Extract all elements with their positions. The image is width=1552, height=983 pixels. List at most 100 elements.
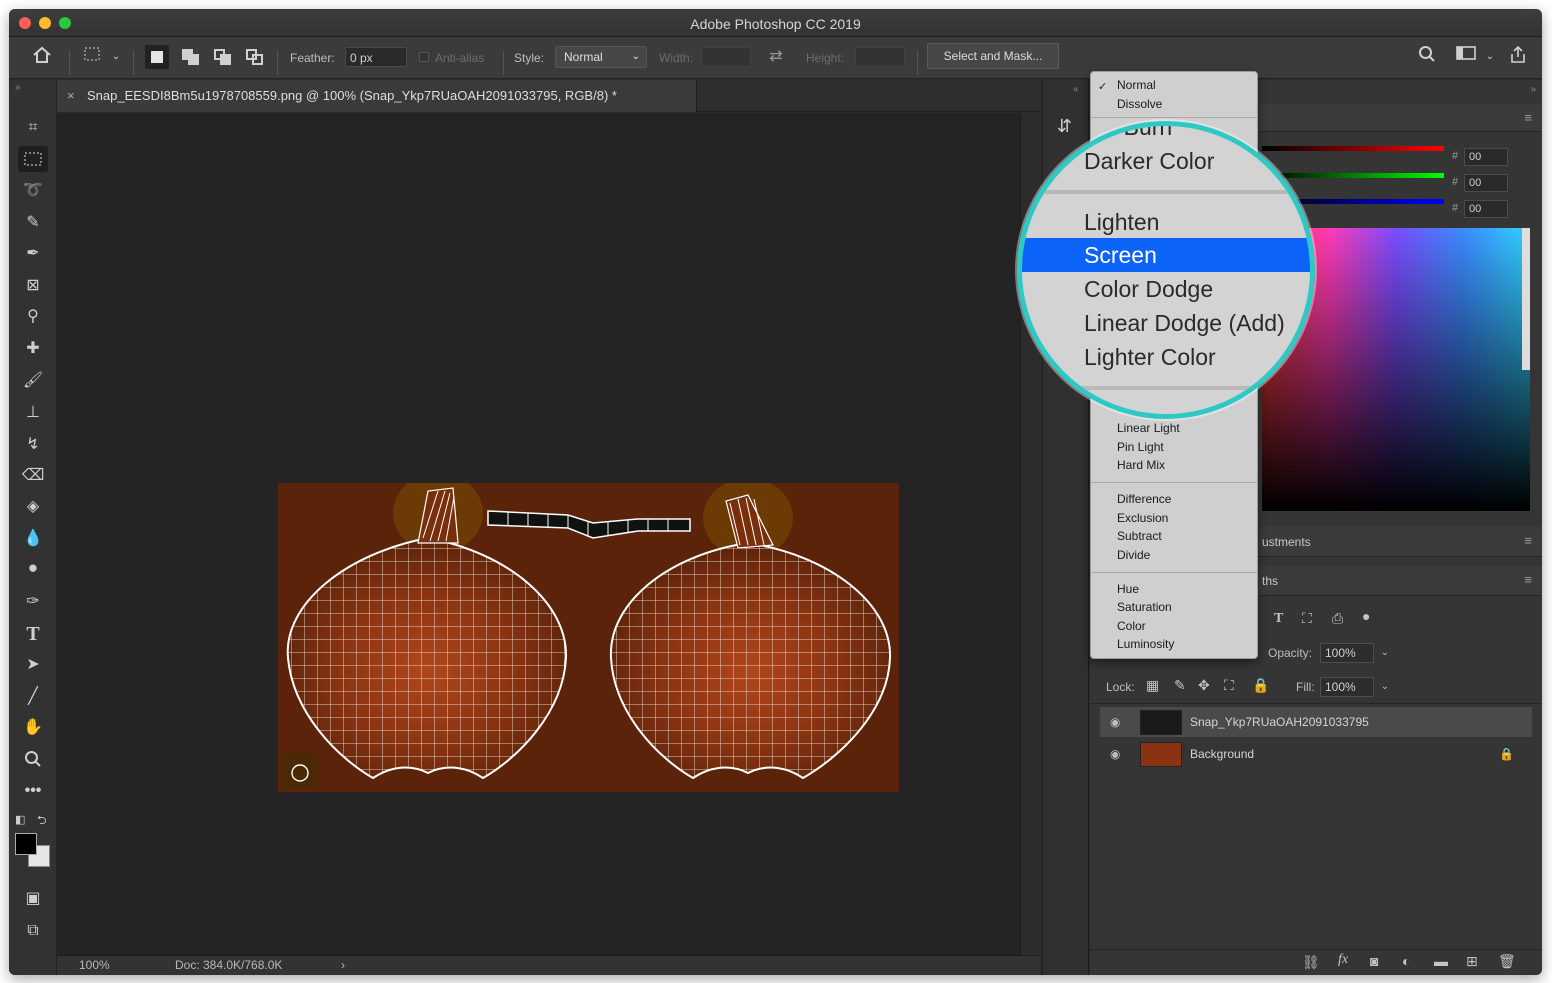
eyedropper-tool-icon[interactable]: ⚲ [18,304,48,330]
layer-style-fx-icon[interactable]: fx [1338,952,1348,968]
frame-tool-icon[interactable]: ⊠ [18,273,48,299]
screen-mode-icon[interactable]: ⧉ [18,918,48,944]
filter-toggle-icon[interactable]: ● [1362,608,1370,624]
adjustment-layer-icon[interactable]: ◐ [1402,953,1410,969]
swap-colors-icon[interactable]: ⮌ [37,811,47,832]
blend-mode-option[interactable]: Dissolve [1117,97,1162,111]
trash-icon[interactable]: 🗑 [1498,953,1516,970]
blend-mode-option[interactable]: Divide [1117,548,1150,562]
lock-transparent-pixels-icon[interactable]: ▦ [1146,677,1159,694]
smart-object-filter-icon[interactable]: ⎙ [1332,610,1343,627]
quick-selection-tool-icon[interactable]: ✎ [18,210,48,236]
zoom-level[interactable]: 100% [79,956,110,975]
zoom-tool-icon[interactable] [18,746,48,772]
crop-tool-icon[interactable]: ⌗ [18,115,48,141]
blend-mode-option[interactable]: Difference [1117,492,1171,506]
paths-tab[interactable]: ths [1262,567,1278,595]
close-icon[interactable]: × [67,80,75,112]
feather-input[interactable]: 0 px [345,47,407,67]
hand-tool-icon[interactable]: ✋ [18,715,48,741]
chevron-down-icon[interactable]: ⌄ [1381,678,1389,696]
healing-brush-tool-icon[interactable]: ✚ [18,336,48,362]
default-colors-icon[interactable]: ◧ [15,813,25,826]
opacity-input[interactable]: 100% ⌄ [1320,643,1389,663]
red-slider[interactable] [1262,146,1444,151]
marquee-preset-icon[interactable] [81,45,107,69]
blend-mode-option[interactable]: Pin Light [1117,440,1164,454]
document-tab[interactable]: × Snap_EESDI8Bm5u1978708559.png @ 100% (… [57,80,697,112]
canvas-area[interactable] [57,113,1020,955]
green-hex-input[interactable]: 00 [1464,174,1508,192]
history-brush-tool-icon[interactable]: ↯ [18,432,48,458]
chevron-down-icon[interactable]: ⌄ [1381,644,1389,662]
path-selection-tool-icon[interactable]: ➤ [18,652,48,678]
swap-dimensions-icon[interactable]: ⇄ [765,45,787,69]
eraser-tool-icon[interactable]: ⌫ [18,463,48,489]
antialias-checkbox[interactable] [419,52,429,62]
style-select[interactable]: Normal ⌄ [555,46,647,68]
pen-tool-icon[interactable]: ✑ [18,589,48,615]
visibility-eye-icon[interactable]: ◉ [1110,739,1120,769]
search-icon[interactable] [1414,45,1440,69]
link-layers-icon[interactable]: ⛓ [1302,954,1320,971]
width-input[interactable] [701,47,751,67]
history-panel-icon[interactable]: ⇵ [1057,116,1072,137]
paint-bucket-tool-icon[interactable]: ◈ [18,494,48,520]
blur-tool-icon[interactable]: 💧 [18,526,48,552]
dodge-tool-icon[interactable]: ⚫ [18,557,48,583]
collapse-panels-icon[interactable]: « [1073,84,1079,95]
marquee-tool-icon[interactable] [18,146,48,172]
spectrum-scroll-thumb[interactable] [1522,228,1530,370]
select-and-mask-button[interactable]: Select and Mask... [927,43,1059,69]
home-icon[interactable] [29,45,55,69]
chevron-down-icon[interactable]: ⌄ [109,45,123,69]
brush-tool-icon[interactable]: 🖌 [18,368,48,394]
layer-row[interactable]: ◉ Background 🔒 [1100,739,1532,769]
new-selection-button[interactable] [145,45,169,69]
new-group-icon[interactable]: ▬ [1434,953,1448,969]
type-tool-icon[interactable]: T [18,621,48,647]
blend-mode-option[interactable]: Subtract [1117,529,1162,543]
line-tool-icon[interactable]: ╱ [18,684,48,710]
workspace-icon[interactable] [1453,45,1479,69]
fill-input[interactable]: 100% ⌄ [1320,677,1389,697]
blend-mode-option[interactable]: Normal [1117,78,1156,92]
type-filter-icon[interactable]: T [1274,611,1283,627]
blend-mode-option[interactable]: Linear Light [1117,421,1180,435]
panel-menu-icon[interactable]: ≡ [1524,527,1532,555]
blend-mode-option[interactable]: Hue [1117,582,1139,596]
panel-menu-icon[interactable]: ≡ [1524,566,1532,594]
new-layer-icon[interactable]: ⊞ [1466,953,1478,970]
lock-position-icon[interactable]: ✥ [1198,677,1210,694]
lasso-tool-icon[interactable]: ➰ [18,178,48,204]
intersect-selection-button[interactable] [243,45,267,69]
quick-mask-icon[interactable]: ▣ [18,886,48,912]
blend-mode-option[interactable]: Saturation [1117,600,1172,614]
more-tools-icon[interactable]: ••• [18,778,48,804]
blend-mode-option[interactable]: Luminosity [1117,637,1174,651]
blend-mode-option[interactable]: Hard Mix [1117,458,1165,472]
adjustments-tab[interactable]: ustments [1262,528,1311,556]
blue-hex-input[interactable]: 00 [1464,200,1508,218]
chevron-right-icon[interactable]: › [341,956,345,975]
lock-artboard-icon[interactable]: ⛶ [1224,677,1234,694]
panel-menu-icon[interactable]: ≡ [1524,104,1532,132]
subtract-from-selection-button[interactable] [211,45,235,69]
collapse-dock-icon[interactable]: » [1530,84,1536,95]
lock-all-icon[interactable]: 🔒 [1252,677,1269,694]
blend-mode-option[interactable]: Exclusion [1117,511,1168,525]
pen-path-tool-icon[interactable]: ✒ [18,241,48,267]
height-input[interactable] [855,47,905,67]
lock-image-pixels-icon[interactable]: ✎ [1174,677,1186,694]
shape-filter-icon[interactable]: ⛶ [1302,610,1312,627]
clone-stamp-tool-icon[interactable]: ⊥ [18,400,48,426]
green-slider[interactable] [1262,173,1444,178]
expand-toolbar-icon[interactable]: » [15,82,21,93]
add-to-selection-button[interactable] [179,45,203,69]
add-mask-icon[interactable]: ◙ [1370,953,1378,969]
red-hex-input[interactable]: 00 [1464,148,1508,166]
layer-row[interactable]: ◉ Snap_Ykp7RUaOAH2091033795 [1100,707,1532,737]
foreground-color-swatch[interactable] [15,833,37,855]
blend-mode-option[interactable]: Color [1117,619,1146,633]
chevron-down-icon[interactable]: ⌄ [1483,45,1497,69]
